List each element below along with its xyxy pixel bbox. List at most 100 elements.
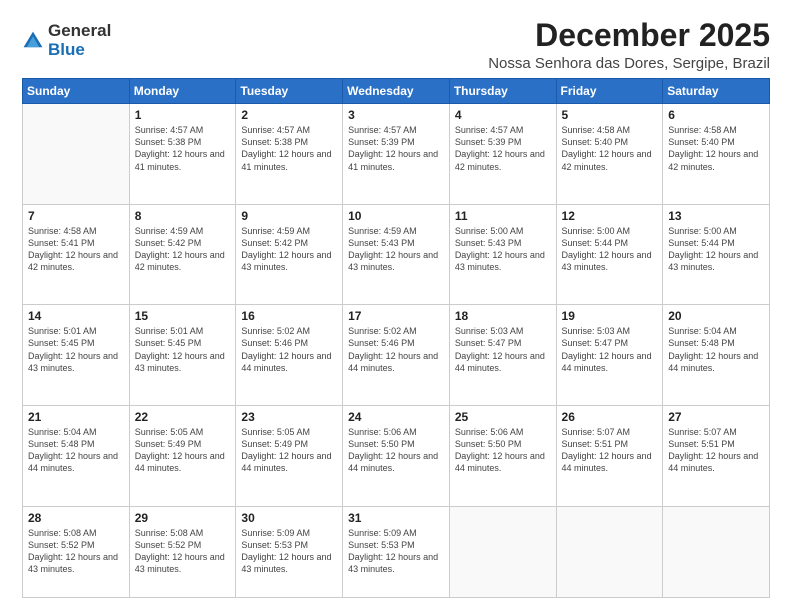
day-number: 8 (135, 209, 231, 223)
day-number: 23 (241, 410, 337, 424)
cell-details: Sunrise: 5:04 AMSunset: 5:48 PMDaylight:… (668, 325, 764, 374)
cell-details: Sunrise: 5:03 AMSunset: 5:47 PMDaylight:… (455, 325, 551, 374)
day-number: 6 (668, 108, 764, 122)
cell-details: Sunrise: 5:08 AMSunset: 5:52 PMDaylight:… (135, 527, 231, 576)
day-number: 7 (28, 209, 124, 223)
week-row-1: 1 Sunrise: 4:57 AMSunset: 5:38 PMDaylight… (23, 104, 770, 205)
logo-general: General (48, 22, 111, 41)
table-cell: 21 Sunrise: 5:04 AMSunset: 5:48 PMDayligh… (23, 405, 130, 506)
col-saturday: Saturday (663, 79, 770, 104)
cell-details: Sunrise: 4:58 AMSunset: 5:41 PMDaylight:… (28, 225, 124, 274)
cell-details: Sunrise: 5:00 AMSunset: 5:44 PMDaylight:… (562, 225, 658, 274)
table-cell: 24 Sunrise: 5:06 AMSunset: 5:50 PMDayligh… (343, 405, 450, 506)
week-row-4: 21 Sunrise: 5:04 AMSunset: 5:48 PMDayligh… (23, 405, 770, 506)
day-number: 10 (348, 209, 444, 223)
cell-details: Sunrise: 5:01 AMSunset: 5:45 PMDaylight:… (135, 325, 231, 374)
day-number: 13 (668, 209, 764, 223)
table-cell (556, 506, 663, 598)
day-number: 14 (28, 309, 124, 323)
day-number: 15 (135, 309, 231, 323)
day-number: 12 (562, 209, 658, 223)
day-number: 16 (241, 309, 337, 323)
col-sunday: Sunday (23, 79, 130, 104)
table-cell (449, 506, 556, 598)
day-number: 24 (348, 410, 444, 424)
cell-details: Sunrise: 5:02 AMSunset: 5:46 PMDaylight:… (348, 325, 444, 374)
table-cell: 1 Sunrise: 4:57 AMSunset: 5:38 PMDaylight… (129, 104, 236, 205)
cell-details: Sunrise: 4:59 AMSunset: 5:42 PMDaylight:… (241, 225, 337, 274)
table-cell: 23Sunrise: 5:05 AMSunset: 5:49 PMDayligh… (236, 405, 343, 506)
day-number: 22 (135, 410, 231, 424)
page: General Blue December 2025 Nossa Senhora… (0, 0, 792, 612)
logo: General Blue (22, 22, 111, 59)
cell-details: Sunrise: 5:02 AMSunset: 5:46 PMDaylight:… (241, 325, 337, 374)
header-row: Sunday Monday Tuesday Wednesday Thursday… (23, 79, 770, 104)
week-row-2: 7 Sunrise: 4:58 AMSunset: 5:41 PMDaylight… (23, 204, 770, 305)
table-cell: 31Sunrise: 5:09 AMSunset: 5:53 PMDayligh… (343, 506, 450, 598)
day-number: 21 (28, 410, 124, 424)
col-monday: Monday (129, 79, 236, 104)
table-cell: 17 Sunrise: 5:02 AMSunset: 5:46 PMDayligh… (343, 305, 450, 406)
week-row-3: 14 Sunrise: 5:01 AMSunset: 5:45 PMDayligh… (23, 305, 770, 406)
table-cell: 12 Sunrise: 5:00 AMSunset: 5:44 PMDayligh… (556, 204, 663, 305)
cell-details: Sunrise: 4:57 AMSunset: 5:39 PMDaylight:… (348, 124, 444, 173)
day-number: 28 (28, 511, 124, 525)
day-number: 26 (562, 410, 658, 424)
col-tuesday: Tuesday (236, 79, 343, 104)
cell-details: Sunrise: 5:06 AMSunset: 5:50 PMDaylight:… (348, 426, 444, 475)
cell-details: Sunrise: 5:00 AMSunset: 5:43 PMDaylight:… (455, 225, 551, 274)
cell-details: Sunrise: 5:01 AMSunset: 5:45 PMDaylight:… (28, 325, 124, 374)
logo-blue: Blue (48, 41, 111, 60)
day-number: 25 (455, 410, 551, 424)
table-cell: 9 Sunrise: 4:59 AMSunset: 5:42 PMDaylight… (236, 204, 343, 305)
table-cell: 15 Sunrise: 5:01 AMSunset: 5:45 PMDayligh… (129, 305, 236, 406)
day-number: 30 (241, 511, 337, 525)
cell-details: Sunrise: 5:09 AMSunset: 5:53 PMDaylight:… (348, 527, 444, 576)
table-cell: 25 Sunrise: 5:06 AMSunset: 5:50 PMDayligh… (449, 405, 556, 506)
day-number: 27 (668, 410, 764, 424)
table-cell: 19Sunrise: 5:03 AMSunset: 5:47 PMDayligh… (556, 305, 663, 406)
cell-details: Sunrise: 4:58 AMSunset: 5:40 PMDaylight:… (562, 124, 658, 173)
table-cell: 28 Sunrise: 5:08 AMSunset: 5:52 PMDayligh… (23, 506, 130, 598)
table-cell: 10 Sunrise: 4:59 AMSunset: 5:43 PMDayligh… (343, 204, 450, 305)
logo-text: General Blue (48, 22, 111, 59)
day-number: 1 (135, 108, 231, 122)
table-cell: 29Sunrise: 5:08 AMSunset: 5:52 PMDayligh… (129, 506, 236, 598)
day-number: 5 (562, 108, 658, 122)
table-cell: 8Sunrise: 4:59 AMSunset: 5:42 PMDaylight… (129, 204, 236, 305)
cell-details: Sunrise: 4:59 AMSunset: 5:43 PMDaylight:… (348, 225, 444, 274)
table-cell: 14 Sunrise: 5:01 AMSunset: 5:45 PMDayligh… (23, 305, 130, 406)
table-cell: 7 Sunrise: 4:58 AMSunset: 5:41 PMDaylight… (23, 204, 130, 305)
cell-details: Sunrise: 5:04 AMSunset: 5:48 PMDaylight:… (28, 426, 124, 475)
cell-details: Sunrise: 5:07 AMSunset: 5:51 PMDaylight:… (562, 426, 658, 475)
location: Nossa Senhora das Dores, Sergipe, Brazil (488, 55, 770, 72)
cell-details: Sunrise: 5:08 AMSunset: 5:52 PMDaylight:… (28, 527, 124, 576)
day-number: 9 (241, 209, 337, 223)
cell-details: Sunrise: 4:58 AMSunset: 5:40 PMDaylight:… (668, 124, 764, 173)
table-cell: 5 Sunrise: 4:58 AMSunset: 5:40 PMDaylight… (556, 104, 663, 205)
day-number: 20 (668, 309, 764, 323)
cell-details: Sunrise: 5:00 AMSunset: 5:44 PMDaylight:… (668, 225, 764, 274)
day-number: 17 (348, 309, 444, 323)
table-cell: 20 Sunrise: 5:04 AMSunset: 5:48 PMDayligh… (663, 305, 770, 406)
calendar-table: Sunday Monday Tuesday Wednesday Thursday… (22, 78, 770, 598)
month-title: December 2025 (488, 18, 770, 53)
day-number: 19 (562, 309, 658, 323)
table-cell: 3 Sunrise: 4:57 AMSunset: 5:39 PMDaylight… (343, 104, 450, 205)
col-thursday: Thursday (449, 79, 556, 104)
table-cell: 26 Sunrise: 5:07 AMSunset: 5:51 PMDayligh… (556, 405, 663, 506)
cell-details: Sunrise: 4:57 AMSunset: 5:38 PMDaylight:… (135, 124, 231, 173)
cell-details: Sunrise: 5:07 AMSunset: 5:51 PMDaylight:… (668, 426, 764, 475)
day-number: 18 (455, 309, 551, 323)
week-row-5: 28 Sunrise: 5:08 AMSunset: 5:52 PMDayligh… (23, 506, 770, 598)
day-number: 2 (241, 108, 337, 122)
table-cell (23, 104, 130, 205)
cell-details: Sunrise: 5:06 AMSunset: 5:50 PMDaylight:… (455, 426, 551, 475)
table-cell: 2 Sunrise: 4:57 AMSunset: 5:38 PMDaylight… (236, 104, 343, 205)
day-number: 3 (348, 108, 444, 122)
cell-details: Sunrise: 4:57 AMSunset: 5:38 PMDaylight:… (241, 124, 337, 173)
table-cell: 13 Sunrise: 5:00 AMSunset: 5:44 PMDayligh… (663, 204, 770, 305)
col-wednesday: Wednesday (343, 79, 450, 104)
table-cell: 16 Sunrise: 5:02 AMSunset: 5:46 PMDayligh… (236, 305, 343, 406)
table-cell: 4Sunrise: 4:57 AMSunset: 5:39 PMDaylight… (449, 104, 556, 205)
